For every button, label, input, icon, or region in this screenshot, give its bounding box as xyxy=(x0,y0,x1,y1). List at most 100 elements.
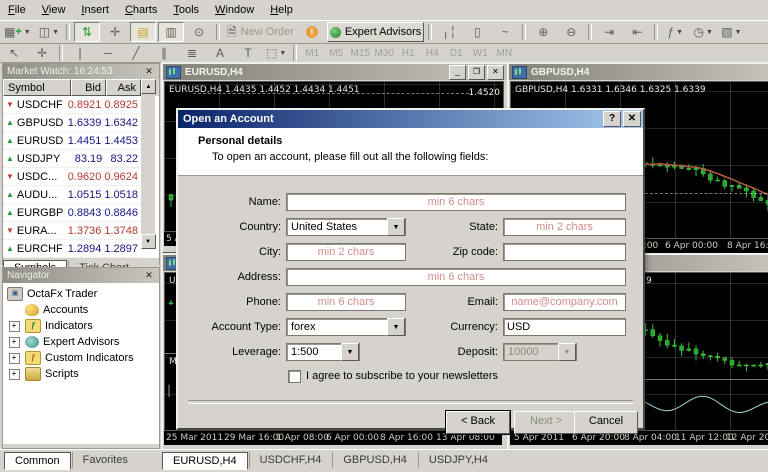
templates-button[interactable]: ▧ ▼ xyxy=(718,22,744,42)
currency-field[interactable] xyxy=(503,318,626,336)
menu-view[interactable]: View xyxy=(34,2,74,18)
city-field[interactable] xyxy=(286,243,406,261)
expert-advisors-button[interactable]: Expert Advisors xyxy=(326,22,425,42)
chevron-down-icon[interactable]: ▼ xyxy=(341,343,359,361)
table-row[interactable]: ▲ GBPUSD 1.6339 1.6342 xyxy=(3,114,141,132)
timeframe-h4-button[interactable]: H4 xyxy=(421,46,443,61)
timeframe-d1-button[interactable]: D1 xyxy=(445,46,467,61)
tab-common[interactable]: Common xyxy=(4,452,71,470)
bar-chart-button[interactable]: ╷╎ xyxy=(436,22,462,42)
column-symbol[interactable]: Symbol xyxy=(3,79,71,96)
channel-button[interactable]: ∥ xyxy=(151,43,177,63)
state-field[interactable] xyxy=(503,218,626,236)
expand-icon[interactable]: + xyxy=(8,320,20,332)
timeframe-m1-button[interactable]: M1 xyxy=(301,46,323,61)
menu-tools[interactable]: Tools xyxy=(165,2,207,18)
help-icon[interactable]: ? xyxy=(603,111,621,127)
timeframe-m15-button[interactable]: M15 xyxy=(349,46,371,61)
line-chart-button[interactable]: ~ xyxy=(492,22,518,42)
tree-item-custom-indicators[interactable]: + ƒ Custom Indicators xyxy=(7,350,159,366)
eurusd-caption[interactable]: EURUSD,H4 _ ❐ ✕ xyxy=(163,64,507,80)
auto-scroll-button[interactable]: ⇥ xyxy=(596,22,622,42)
taskbar-tab-usdchf[interactable]: USDCHF,H4 xyxy=(248,452,332,468)
tree-item-scripts[interactable]: + Scripts xyxy=(7,366,159,382)
text-label-button[interactable]: T xyxy=(235,43,261,63)
table-row[interactable]: ▼ USDCHF 0.8921 0.8925 xyxy=(3,96,141,114)
newsletter-checkbox[interactable] xyxy=(288,370,301,383)
column-bid[interactable]: Bid xyxy=(71,79,106,96)
close-icon[interactable]: ✕ xyxy=(143,270,155,281)
table-row[interactable]: ▲ USDJPY 83.19 83.22 xyxy=(3,150,141,168)
expand-icon[interactable]: + xyxy=(8,352,20,364)
profiles-button[interactable]: ◫ ▼ xyxy=(36,22,62,42)
expand-icon[interactable]: + xyxy=(8,368,20,380)
close-icon[interactable]: ✕ xyxy=(623,111,641,127)
dialog-caption[interactable]: Open an Account ? ✕ xyxy=(178,110,643,128)
table-row[interactable]: ▼ EURA... 1.3736 1.3748 xyxy=(3,222,141,240)
scroll-down-icon[interactable]: ▼ xyxy=(140,234,156,249)
tree-item-root[interactable]: ▣ OctaFx Trader xyxy=(7,286,159,302)
account-type-select[interactable]: forex ▼ xyxy=(286,318,406,336)
terminal-toggle[interactable]: ▥ xyxy=(158,22,184,42)
close-icon[interactable]: ✕ xyxy=(487,64,504,80)
data-window-toggle[interactable]: ✛ xyxy=(102,22,128,42)
tab-favorites[interactable]: Favorites xyxy=(71,452,138,468)
timeframe-m5-button[interactable]: M5 xyxy=(325,46,347,61)
tree-item-expert-advisors[interactable]: + Expert Advisors xyxy=(7,334,159,350)
navigator-toggle[interactable]: ▤ xyxy=(130,22,156,42)
taskbar-tab-gbpusd[interactable]: GBPUSD,H4 xyxy=(332,452,417,468)
taskbar-tab-eurusd[interactable]: EURUSD,H4 xyxy=(162,452,248,470)
chart-shift-button[interactable]: ⇤ xyxy=(624,22,650,42)
trendline-button[interactable]: ╱ xyxy=(123,43,149,63)
table-row[interactable]: ▲ EURUSD 1.4451 1.4453 xyxy=(3,132,141,150)
maximize-icon[interactable]: ❐ xyxy=(468,64,485,80)
gbpusd-caption[interactable]: GBPUSD,H4 xyxy=(509,64,768,80)
back-button[interactable]: < Back xyxy=(445,410,511,435)
menu-insert[interactable]: Insert xyxy=(73,2,117,18)
timeframe-w1-button[interactable]: W1 xyxy=(469,46,491,61)
fibonacci-button[interactable]: ≣ xyxy=(179,43,205,63)
menu-help[interactable]: Help xyxy=(262,2,301,18)
horizontal-line-button[interactable]: ─ xyxy=(95,43,121,63)
close-icon[interactable]: ✕ xyxy=(143,66,155,77)
scroll-up-icon[interactable]: ▲ xyxy=(141,79,156,94)
table-row[interactable]: ▼ USDC... 0.9620 0.9624 xyxy=(3,168,141,186)
periods-button[interactable]: ◷ ▼ xyxy=(690,22,716,42)
tree-item-accounts[interactable]: Accounts xyxy=(7,302,159,318)
taskbar-tab-usdjpy[interactable]: USDJPY,H4 xyxy=(417,452,498,468)
alert-button[interactable]: ! xyxy=(299,22,325,42)
timeframe-h1-button[interactable]: H1 xyxy=(397,46,419,61)
cancel-button[interactable]: Cancel xyxy=(574,411,638,434)
address-field[interactable] xyxy=(286,268,626,286)
minimize-icon[interactable]: _ xyxy=(449,64,466,80)
timeframe-mn-button[interactable]: MN xyxy=(493,46,515,61)
vertical-line-button[interactable]: ❘ xyxy=(67,43,93,63)
menu-charts[interactable]: Charts xyxy=(117,2,165,18)
new-order-button[interactable]: 🗎 New Order xyxy=(224,22,297,42)
menu-file[interactable]: File xyxy=(0,2,34,18)
zip-field[interactable] xyxy=(503,243,626,261)
cursor-button[interactable]: ↖ xyxy=(1,43,27,63)
table-row[interactable]: ▲ EURCHF 1.2894 1.2897 xyxy=(3,240,141,258)
indicators-button[interactable]: ƒ ▼ xyxy=(662,22,688,42)
email-field[interactable] xyxy=(503,293,626,311)
zoom-out-button[interactable]: ⊖ xyxy=(558,22,584,42)
new-chart-button[interactable]: ▦ + ▼ xyxy=(1,22,34,42)
phone-field[interactable] xyxy=(286,293,406,311)
zoom-in-button[interactable]: ⊕ xyxy=(530,22,556,42)
expand-icon[interactable]: + xyxy=(8,336,20,348)
leverage-select[interactable]: 1:500 ▼ xyxy=(286,343,360,361)
menu-window[interactable]: Window xyxy=(207,2,262,18)
text-button[interactable]: A xyxy=(207,43,233,63)
scrollbar[interactable]: ▼ xyxy=(140,96,156,249)
next-button[interactable]: Next > xyxy=(514,411,578,434)
timeframe-m30-button[interactable]: M30 xyxy=(373,46,395,61)
candlestick-button[interactable]: ▯ xyxy=(464,22,490,42)
country-select[interactable]: United States ▼ xyxy=(286,218,406,236)
market-watch-toggle[interactable]: ⇅ xyxy=(74,22,100,42)
tree-item-indicators[interactable]: + ƒ Indicators xyxy=(7,318,159,334)
column-ask[interactable]: Ask xyxy=(106,79,141,96)
arrows-button[interactable]: ⬚ ▼ xyxy=(263,43,289,63)
crosshair-button[interactable]: ✛ xyxy=(29,43,55,63)
strategy-tester-toggle[interactable]: ⊙ xyxy=(186,22,212,42)
